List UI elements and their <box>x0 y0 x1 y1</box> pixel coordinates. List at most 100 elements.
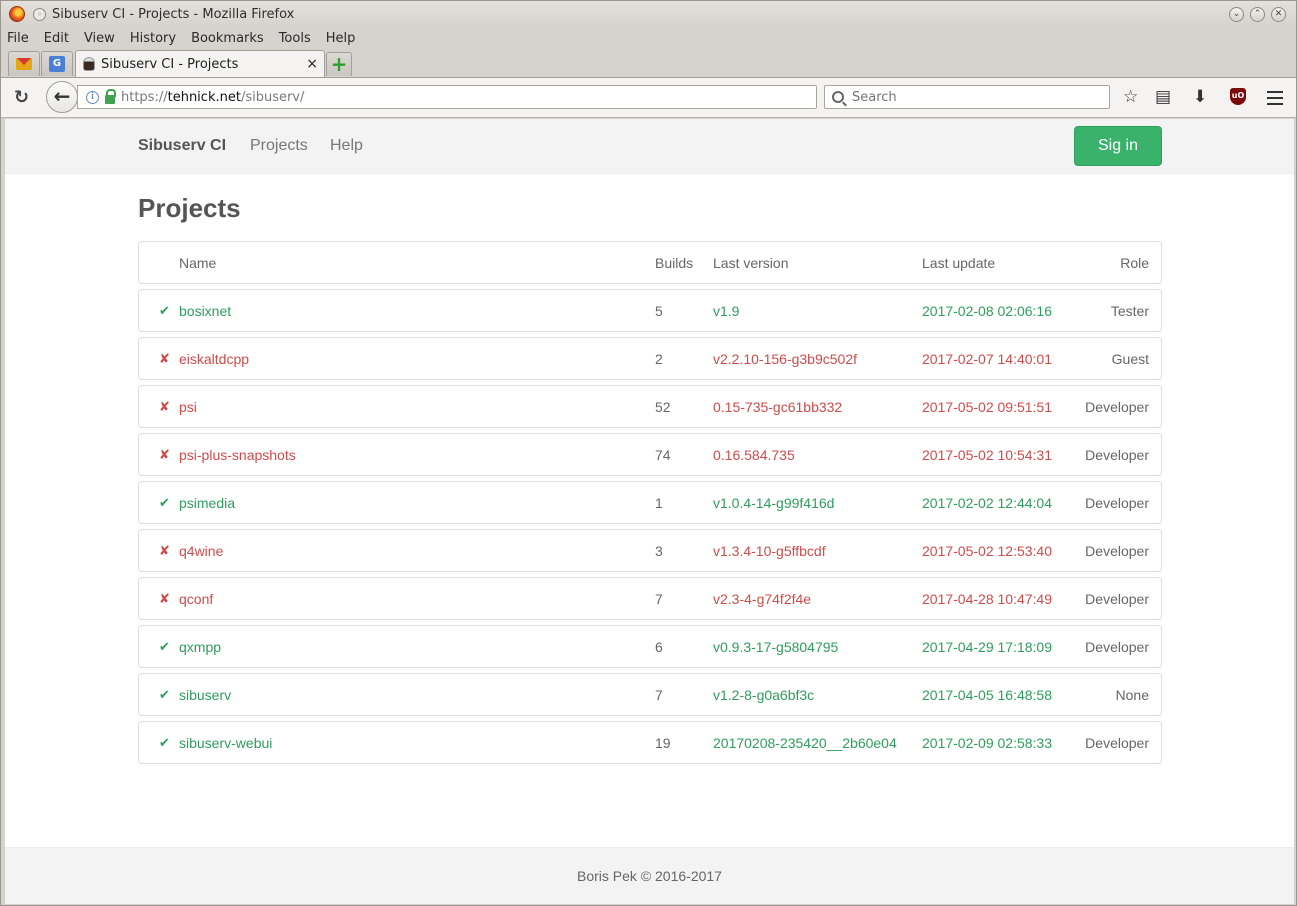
project-name-link[interactable]: qconf <box>179 591 213 607</box>
minimize-icon[interactable]: ⌄ <box>1229 6 1244 22</box>
site-footer: Boris Pek © 2016-2017 <box>5 847 1294 904</box>
bookmark-star-icon[interactable]: ☆ <box>1123 87 1138 107</box>
role: Developer <box>1085 735 1149 751</box>
role: Developer <box>1085 495 1149 511</box>
header-role: Role <box>1120 255 1149 271</box>
role: Developer <box>1085 639 1149 655</box>
last-version-link[interactable]: 0.15-735-gc61bb332 <box>713 399 842 415</box>
navigation-bar: ↻ i https://tehnick.net/sibuserv/ ← ☆ ▤ … <box>1 77 1296 118</box>
tab-bar: G Sibuserv CI - Projects × + <box>1 49 1296 77</box>
status-fail-icon: ✘ <box>159 351 170 366</box>
close-window-icon[interactable]: ✕ <box>1271 6 1286 22</box>
last-version-link[interactable]: v1.2-8-g0a6bf3c <box>713 687 814 703</box>
menu-file[interactable]: File <box>5 31 31 46</box>
projects-table: Name Builds Last version Last update Rol… <box>138 241 1162 769</box>
project-name-link[interactable]: bosixnet <box>179 303 231 319</box>
url-text[interactable]: https://tehnick.net/sibuserv/ <box>121 90 304 105</box>
tab-sibuserv-projects[interactable]: Sibuserv CI - Projects × <box>75 50 325 77</box>
page-content: Sibuserv CI Projects Help Sig in Project… <box>5 119 1294 904</box>
reload-icon[interactable]: ↻ <box>14 87 29 108</box>
table-row: ✔ qxmpp 6 v0.9.3-17-g5804795 2017-04-29 … <box>138 625 1162 668</box>
sign-in-button[interactable]: Sig in <box>1074 126 1162 166</box>
project-name-link[interactable]: sibuserv-webui <box>179 735 272 751</box>
table-row: ✔ bosixnet 5 v1.9 2017-02-08 02:06:16 Te… <box>138 289 1162 332</box>
window-title: Sibuserv CI - Projects - Mozilla Firefox <box>52 6 295 22</box>
maximize-icon[interactable]: ⌃ <box>1250 6 1265 22</box>
project-name-link[interactable]: psimedia <box>179 495 235 511</box>
project-name-link[interactable]: psi <box>179 399 197 415</box>
last-version-link[interactable]: v1.3.4-10-g5ffbcdf <box>713 543 826 559</box>
last-update: 2017-04-28 10:47:49 <box>922 591 1052 607</box>
table-row: ✘ psi-plus-snapshots 74 0.16.584.735 201… <box>138 433 1162 476</box>
google-translate-icon: G <box>49 56 65 72</box>
project-name-link[interactable]: sibuserv <box>179 687 231 703</box>
status-ok-icon: ✔ <box>159 735 170 750</box>
status-ok-icon: ✔ <box>159 303 170 318</box>
builds-count: 2 <box>655 351 663 367</box>
project-name-link[interactable]: q4wine <box>179 543 223 559</box>
menu-bar: File Edit View History Bookmarks Tools H… <box>1 27 1296 49</box>
last-version-link[interactable]: 0.16.584.735 <box>713 447 795 463</box>
table-header: Name Builds Last version Last update Rol… <box>138 241 1162 284</box>
last-version-link[interactable]: v1.0.4-14-g99f416d <box>713 495 834 511</box>
gmail-icon <box>16 58 32 70</box>
table-row: ✔ psimedia 1 v1.0.4-14-g99f416d 2017-02-… <box>138 481 1162 524</box>
site-favicon-icon <box>83 57 95 71</box>
new-tab-button[interactable]: + <box>326 52 352 76</box>
firefox-logo-icon <box>9 6 25 22</box>
last-update: 2017-05-02 10:54:31 <box>922 447 1052 463</box>
project-name-link[interactable]: qxmpp <box>179 639 221 655</box>
table-row: ✔ sibuserv 7 v1.2-8-g0a6bf3c 2017-04-05 … <box>138 673 1162 716</box>
site-info-icon[interactable]: i <box>86 90 99 104</box>
window-menu-icon[interactable]: ◦ <box>33 7 46 21</box>
last-update: 2017-04-05 16:48:58 <box>922 687 1052 703</box>
search-bar[interactable] <box>824 85 1110 109</box>
last-update: 2017-04-29 17:18:09 <box>922 639 1052 655</box>
nav-link-projects[interactable]: Projects <box>250 137 308 155</box>
back-button[interactable]: ← <box>46 81 78 113</box>
site-brand[interactable]: Sibuserv CI <box>138 137 226 155</box>
menu-view[interactable]: View <box>82 31 117 46</box>
secure-lock-icon <box>105 88 116 104</box>
reading-list-icon[interactable]: ▤ <box>1155 87 1171 107</box>
status-ok-icon: ✔ <box>159 495 170 510</box>
menu-edit[interactable]: Edit <box>42 31 71 46</box>
status-ok-icon: ✔ <box>159 687 170 702</box>
builds-count: 3 <box>655 543 663 559</box>
last-version-link[interactable]: v1.9 <box>713 303 739 319</box>
header-builds: Builds <box>655 255 694 271</box>
page-title: Projects <box>138 193 241 223</box>
nav-link-help[interactable]: Help <box>330 137 363 155</box>
status-fail-icon: ✘ <box>159 447 170 462</box>
builds-count: 7 <box>655 591 663 607</box>
table-row: ✘ q4wine 3 v1.3.4-10-g5ffbcdf 2017-05-02… <box>138 529 1162 572</box>
builds-count: 52 <box>655 399 671 415</box>
table-row: ✔ sibuserv-webui 19 20170208-235420__2b6… <box>138 721 1162 764</box>
role: None <box>1115 687 1149 703</box>
last-version-link[interactable]: v0.9.3-17-g5804795 <box>713 639 838 655</box>
url-bar[interactable]: i https://tehnick.net/sibuserv/ <box>77 85 817 109</box>
builds-count: 1 <box>655 495 663 511</box>
hamburger-menu-icon[interactable] <box>1267 91 1283 109</box>
status-fail-icon: ✘ <box>159 591 170 606</box>
menu-tools[interactable]: Tools <box>277 31 313 46</box>
status-fail-icon: ✘ <box>159 543 170 558</box>
pinned-tab-gmail[interactable] <box>8 51 40 76</box>
last-version-link[interactable]: v2.3-4-g74f2f4e <box>713 591 811 607</box>
menu-help[interactable]: Help <box>324 31 358 46</box>
ublock-origin-icon[interactable]: uO <box>1230 88 1246 105</box>
search-input[interactable] <box>852 89 1092 105</box>
pinned-tab-translate[interactable]: G <box>41 51 73 76</box>
builds-count: 74 <box>655 447 671 463</box>
last-version-link[interactable]: 20170208-235420__2b60e04 <box>713 735 897 751</box>
header-last-update: Last update <box>922 255 996 271</box>
menu-bookmarks[interactable]: Bookmarks <box>189 31 266 46</box>
last-update: 2017-02-02 12:44:04 <box>922 495 1052 511</box>
project-name-link[interactable]: psi-plus-snapshots <box>179 447 296 463</box>
header-name: Name <box>179 255 217 271</box>
download-icon[interactable]: ⬇ <box>1193 87 1207 107</box>
project-name-link[interactable]: eiskaltdcpp <box>179 351 249 367</box>
close-tab-icon[interactable]: × <box>306 56 318 72</box>
last-version-link[interactable]: v2.2.10-156-g3b9c502f <box>713 351 857 367</box>
menu-history[interactable]: History <box>128 31 178 46</box>
